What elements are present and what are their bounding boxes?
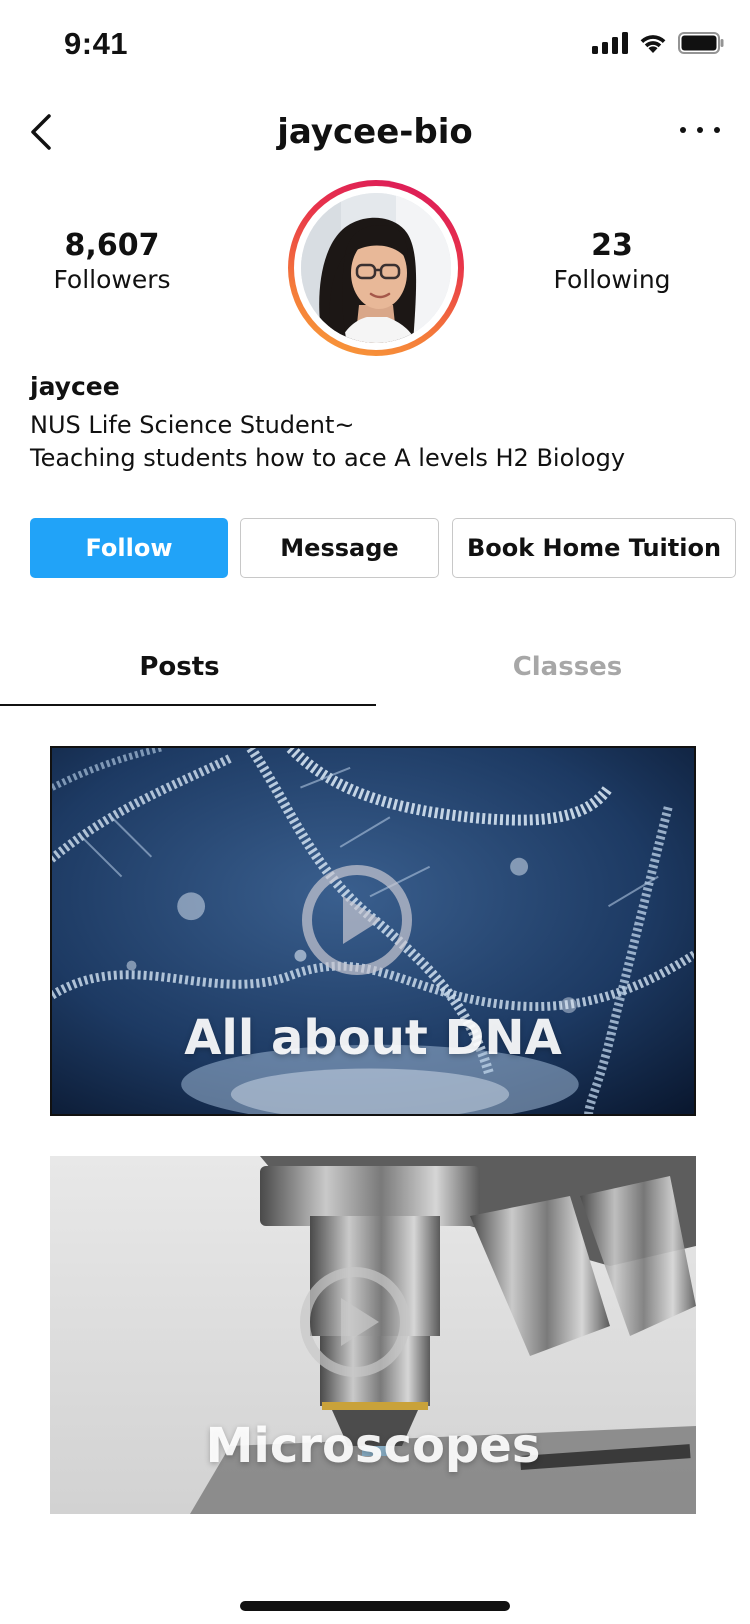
status-icons: [592, 32, 724, 54]
post-card-dna[interactable]: All about DNA: [50, 746, 696, 1116]
play-icon[interactable]: [297, 1264, 413, 1380]
wifi-icon: [640, 35, 666, 53]
profile-bio: jaycee NUS Life Science Student~ Teachin…: [30, 372, 730, 475]
more-options-button[interactable]: [680, 120, 720, 140]
followers-stat[interactable]: 8,607 Followers: [12, 228, 212, 294]
profile-name: jaycee: [30, 372, 120, 401]
post-card-microscopes[interactable]: Microscopes: [50, 1156, 696, 1514]
followers-label: Followers: [53, 265, 171, 294]
following-label: Following: [553, 265, 671, 294]
active-tab-indicator: [0, 704, 376, 706]
bio-line-1: NUS Life Science Student~: [30, 411, 355, 439]
signal-icon: [592, 32, 628, 54]
book-home-tuition-button[interactable]: Book Home Tuition: [452, 518, 736, 578]
profile-screen: 9:41 jaycee-bio 8,607 Followers 23 Follo…: [0, 0, 750, 1624]
following-count: 23: [591, 228, 633, 263]
play-icon[interactable]: [299, 862, 415, 978]
following-stat[interactable]: 23 Following: [512, 228, 712, 294]
more-options-icon: [680, 127, 686, 133]
avatar: [301, 193, 451, 343]
tab-posts[interactable]: Posts: [0, 652, 367, 682]
battery-icon: [678, 32, 724, 54]
bio-line-2: Teaching students how to ace A levels H2…: [30, 444, 626, 472]
message-button[interactable]: Message: [240, 518, 439, 578]
home-indicator[interactable]: [240, 1601, 510, 1611]
status-time: 9:41: [64, 26, 129, 61]
post-title: All about DNA: [184, 1010, 562, 1066]
avatar-story-ring[interactable]: [288, 180, 464, 356]
post-title: Microscopes: [205, 1418, 541, 1474]
page-title: jaycee-bio: [277, 112, 473, 152]
followers-count: 8,607: [64, 228, 160, 263]
tab-classes[interactable]: Classes: [380, 652, 750, 682]
follow-button[interactable]: Follow: [30, 518, 228, 578]
